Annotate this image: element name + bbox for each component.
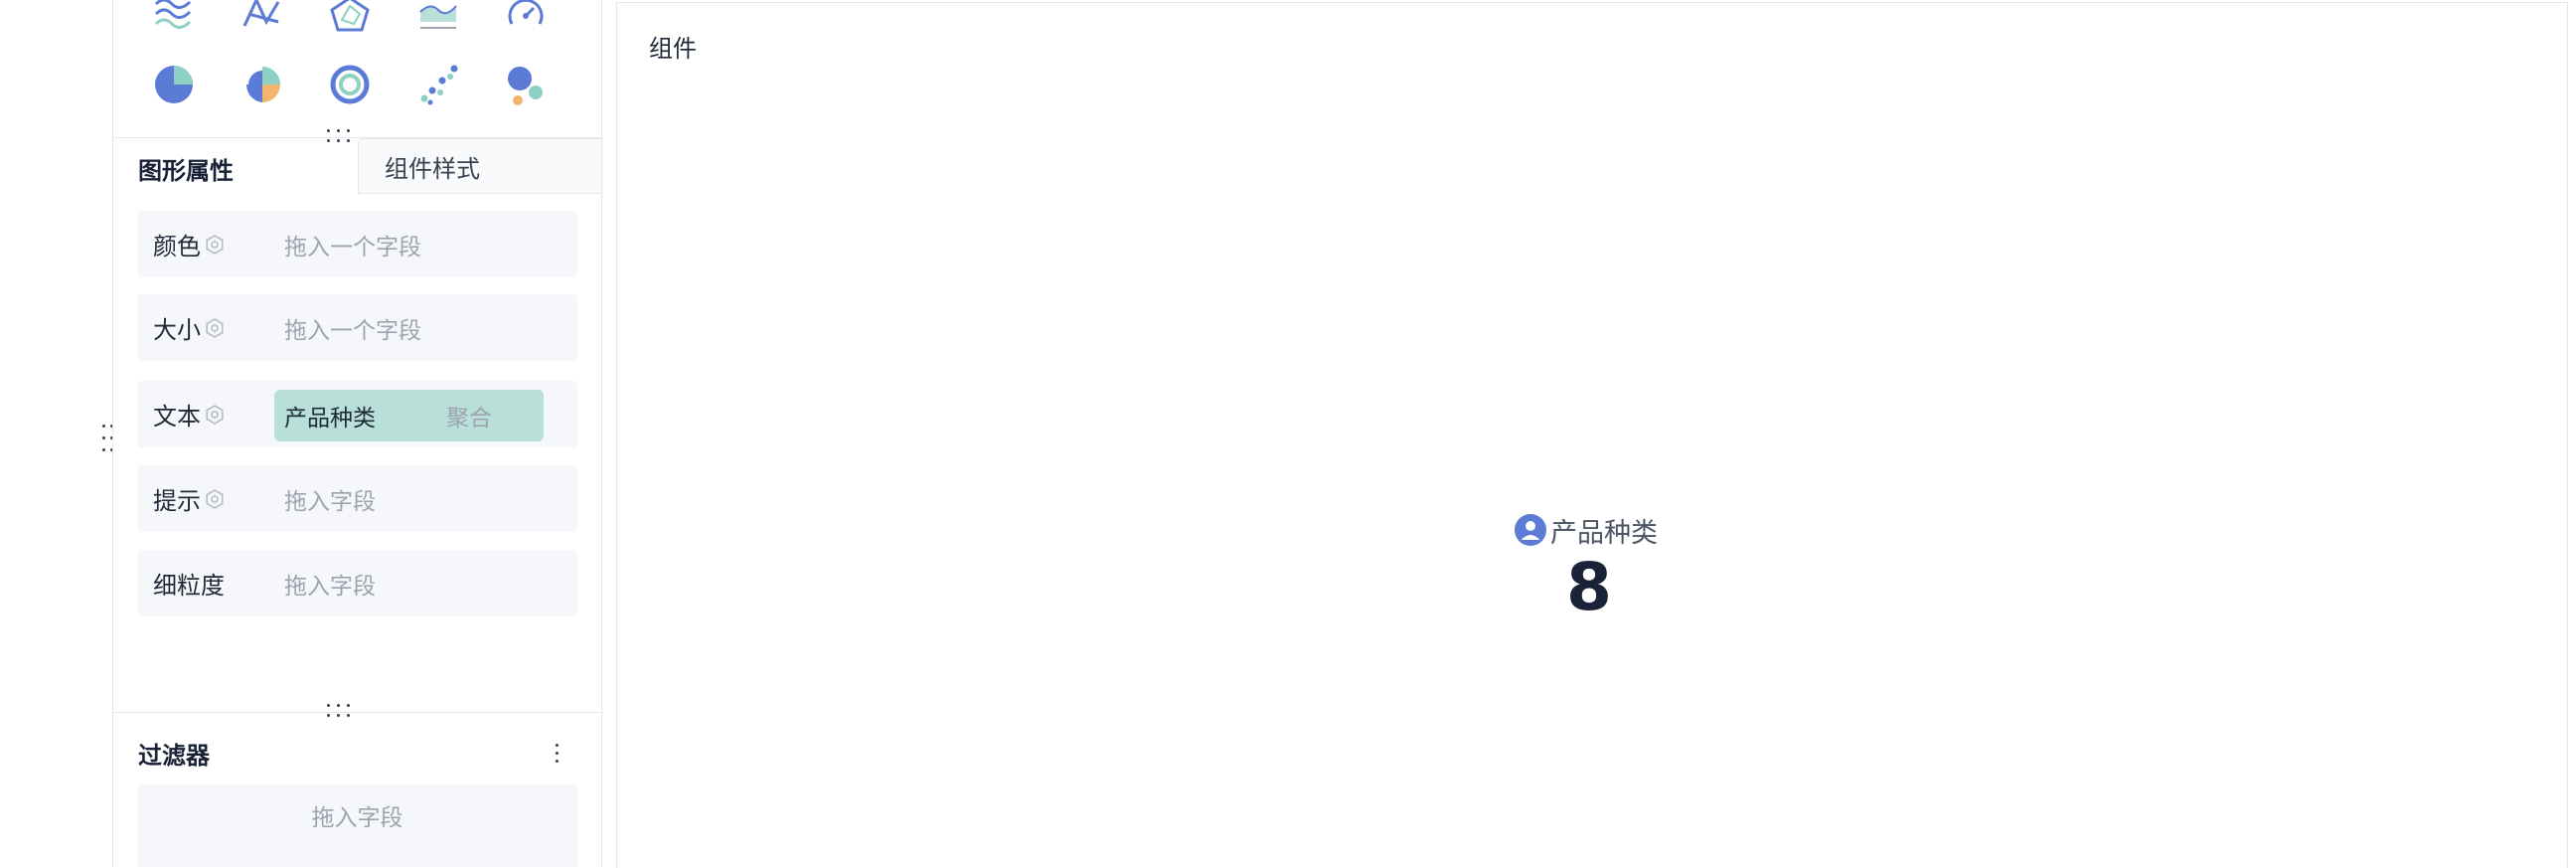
section-resize-handle[interactable] (324, 702, 354, 726)
filter-title: 过滤器 (138, 742, 210, 770)
gear-icon[interactable] (205, 404, 225, 425)
scatter-chart-icon[interactable] (410, 57, 466, 112)
donut-chart-icon[interactable] (322, 57, 378, 112)
pie-chart-icon[interactable] (146, 57, 202, 112)
tooltip-label: 提示 (153, 487, 201, 515)
kpi-header: 产品种类 (1515, 512, 1658, 549)
line-cross-chart-icon[interactable] (235, 0, 290, 42)
kpi-label: 产品种类 (1550, 517, 1658, 549)
text-label: 文本 (153, 403, 201, 431)
size-placeholder: 拖入一个字段 (284, 317, 421, 344)
text-encoding-slot[interactable]: 文本 产品种类 聚合 (137, 381, 577, 447)
tab-component-style[interactable]: 组件样式 (358, 138, 601, 194)
gear-icon[interactable] (205, 317, 225, 338)
tab-component-style-label: 组件样式 (385, 154, 480, 183)
text-field-pill[interactable]: 产品种类 聚合 (274, 390, 544, 441)
gear-icon[interactable] (205, 488, 225, 509)
text-field-name: 产品种类 (284, 406, 376, 432)
gauge-chart-icon[interactable] (498, 0, 554, 42)
color-label: 颜色 (153, 233, 201, 260)
tooltip-placeholder: 拖入字段 (284, 488, 376, 515)
tooltip-encoding-slot[interactable]: 提示 拖入字段 (137, 465, 577, 532)
tab-graphic-properties[interactable]: 图形属性 (138, 140, 234, 196)
kpi-value: 8 (1566, 549, 1612, 625)
bubble-chart-icon[interactable] (498, 57, 554, 112)
aggregation-dropdown[interactable]: 聚合 (446, 390, 492, 441)
filter-placeholder: 拖入字段 (311, 805, 403, 831)
radar-chart-icon[interactable] (322, 0, 378, 42)
multi-line-chart-icon[interactable] (146, 0, 202, 42)
section-resize-handle[interactable] (324, 127, 354, 151)
granularity-label: 细粒度 (153, 572, 225, 600)
more-options-icon[interactable] (548, 740, 567, 768)
size-encoding-slot[interactable]: 大小 拖入一个字段 (137, 294, 577, 361)
canvas-title: 组件 (649, 35, 697, 63)
rose-chart-icon[interactable] (235, 57, 290, 112)
granularity-encoding-slot[interactable]: 细粒度 拖入字段 (137, 550, 577, 616)
gear-icon[interactable] (205, 234, 225, 255)
area-chart-icon[interactable] (410, 0, 466, 42)
chart-canvas[interactable]: 组件 产品种类 8 (616, 2, 2568, 868)
user-icon (1515, 514, 1546, 546)
color-encoding-slot[interactable]: 颜色 拖入一个字段 (137, 211, 577, 277)
filter-drop-zone[interactable]: 拖入字段 (137, 784, 577, 867)
section-divider (113, 712, 601, 713)
color-placeholder: 拖入一个字段 (284, 234, 421, 260)
granularity-placeholder: 拖入字段 (284, 573, 376, 600)
chart-config-panel: 图形属性 组件样式 颜色 拖入一个字段 大小 拖入一个字段 文本 产品种类 聚合… (112, 0, 602, 867)
size-label: 大小 (153, 316, 201, 344)
